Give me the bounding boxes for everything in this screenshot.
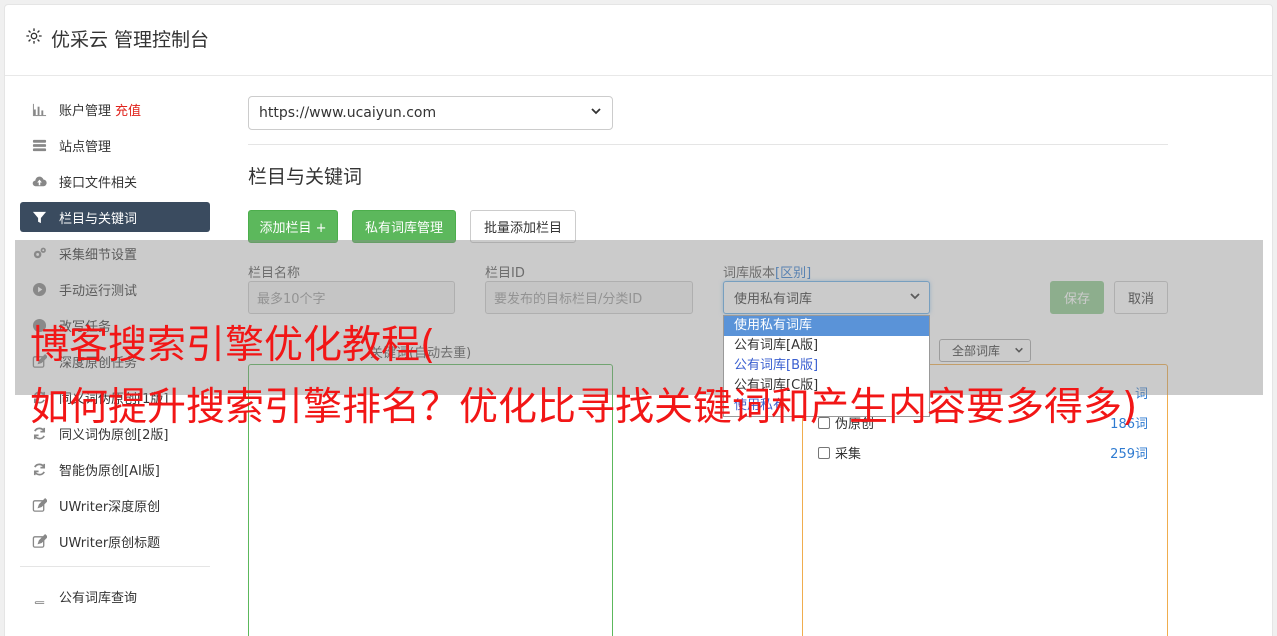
app-header: 优采云 管理控制台 (5, 5, 1272, 76)
sidebar-item-label: 栏目与关键词 (59, 211, 138, 227)
sidebar-item-label: UWriter深度原创 (59, 499, 161, 515)
recharge-link[interactable]: 充值 (115, 100, 141, 119)
sidebar-item-uwriter-title[interactable]: UWriter原创标题 (20, 526, 210, 556)
app-title: 优采云 管理控制台 (25, 25, 209, 52)
batch-add-button[interactable]: 批量添加栏目 (470, 210, 576, 243)
sidebar-item-label: 智能伪原创[AI版] (59, 463, 160, 479)
cloud-upload-icon (31, 173, 47, 189)
site-select[interactable]: https://www.ucaiyun.com (248, 96, 613, 130)
book-icon (31, 588, 47, 604)
divider (248, 144, 1168, 145)
dropdown-option[interactable]: 公有词库[B版] (724, 356, 929, 376)
dropdown-option[interactable]: 使用私有词库 (724, 316, 929, 336)
sidebar-item-label: 公有词库查询 (59, 590, 138, 606)
sidebar-item-uwriter-deep[interactable]: UWriter深度原创 (20, 490, 210, 520)
server-icon (31, 137, 47, 153)
watermark-line-1: 博客搜索引擎优化教程( (30, 323, 436, 368)
sidebar-item-label: 账户管理 (59, 103, 112, 119)
sidebar-item-label: 站点管理 (59, 139, 112, 155)
bar-chart-icon (31, 101, 47, 117)
watermark-line-2: 如何提升搜索引擎排名？优化比寻找关键词和产生内容要多得多) (30, 385, 1138, 430)
sidebar-divider (20, 566, 210, 567)
edit-icon (31, 497, 47, 513)
add-column-button[interactable]: 添加栏目 + (248, 210, 338, 243)
sidebar-item-interface[interactable]: 接口文件相关 (20, 166, 210, 196)
checkbox[interactable] (818, 446, 830, 459)
sidebar-item-label: UWriter原创标题 (59, 535, 161, 551)
gear-icon (25, 27, 43, 50)
filter-icon (31, 209, 47, 225)
sidebar-item-ai-rewrite[interactable]: 智能伪原创[AI版] (20, 454, 210, 484)
lib-item-label: 采集 (835, 447, 862, 462)
sidebar-item-account[interactable]: 账户管理 充值 (20, 94, 210, 124)
site-select-value: https://www.ucaiyun.com (259, 105, 437, 121)
refresh-icon (31, 461, 47, 477)
app-title-text: 优采云 管理控制台 (51, 29, 210, 51)
sidebar-item-columns[interactable]: 栏目与关键词 (20, 202, 210, 232)
sidebar-item-public-lib[interactable]: 公有词库查询 (20, 581, 210, 611)
chevron-down-icon (590, 105, 602, 121)
overlay-band (15, 240, 1263, 395)
sidebar-item-label: 接口文件相关 (59, 175, 138, 191)
section-title: 栏目与关键词 (248, 166, 363, 188)
lib-list-item[interactable]: 采集 259词 (818, 443, 1148, 462)
edit-icon (31, 533, 47, 549)
dropdown-option[interactable]: 公有词库[A版] (724, 336, 929, 356)
lib-item-count: 259词 (1110, 447, 1148, 462)
sidebar-item-sites[interactable]: 站点管理 (20, 130, 210, 160)
private-lib-button[interactable]: 私有词库管理 (352, 210, 456, 243)
